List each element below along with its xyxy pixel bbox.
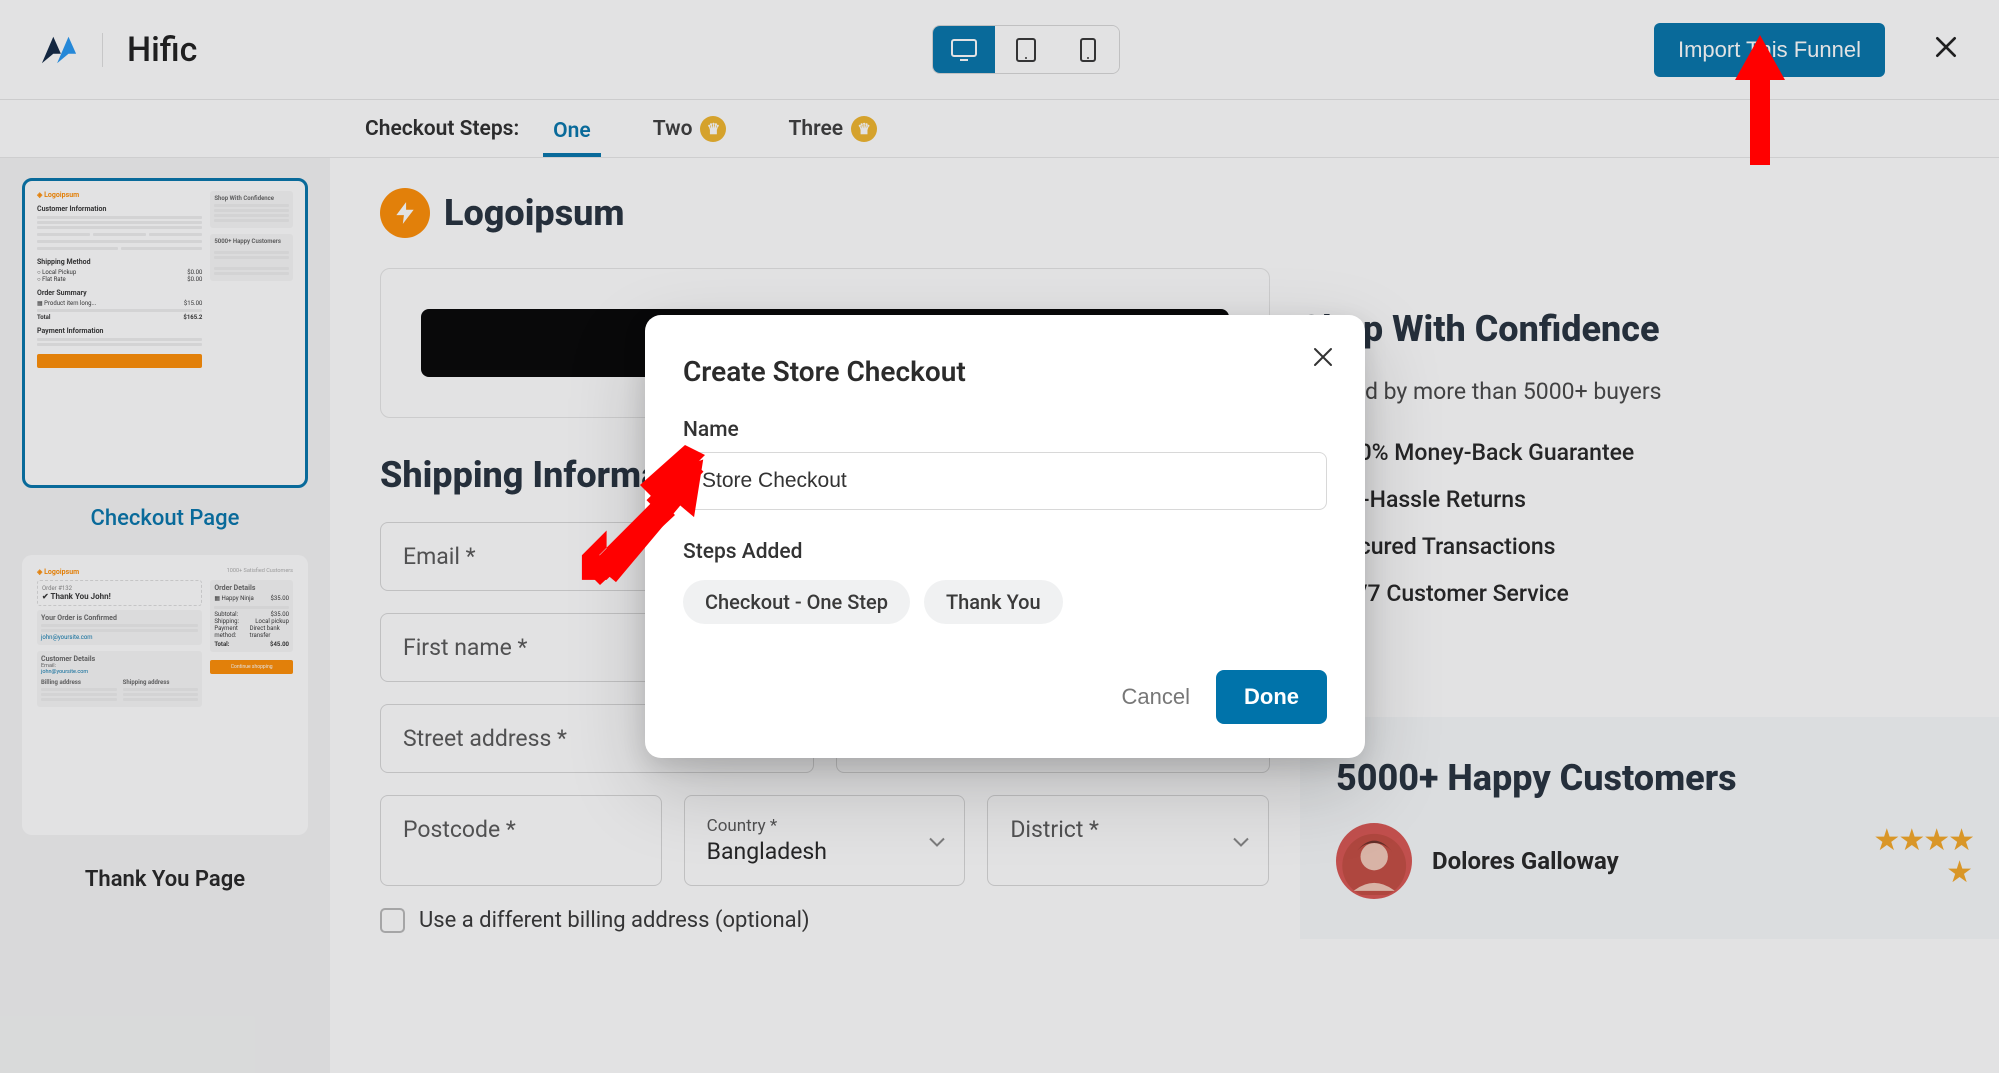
name-label: Name [683, 418, 1327, 442]
steps-added-label: Steps Added [683, 540, 1327, 564]
cancel-button[interactable]: Cancel [1122, 684, 1190, 710]
chip-checkout[interactable]: Checkout - One Step [683, 580, 910, 624]
modal-title: Create Store Checkout [683, 355, 1327, 388]
create-store-checkout-modal: Create Store Checkout Name Steps Added C… [645, 315, 1365, 758]
chips: Checkout - One Step Thank You [683, 580, 1327, 624]
name-input[interactable] [683, 452, 1327, 510]
close-icon[interactable] [1311, 345, 1335, 374]
modal-actions: Cancel Done [683, 670, 1327, 724]
chip-thankyou[interactable]: Thank You [924, 580, 1063, 624]
done-button[interactable]: Done [1216, 670, 1327, 724]
